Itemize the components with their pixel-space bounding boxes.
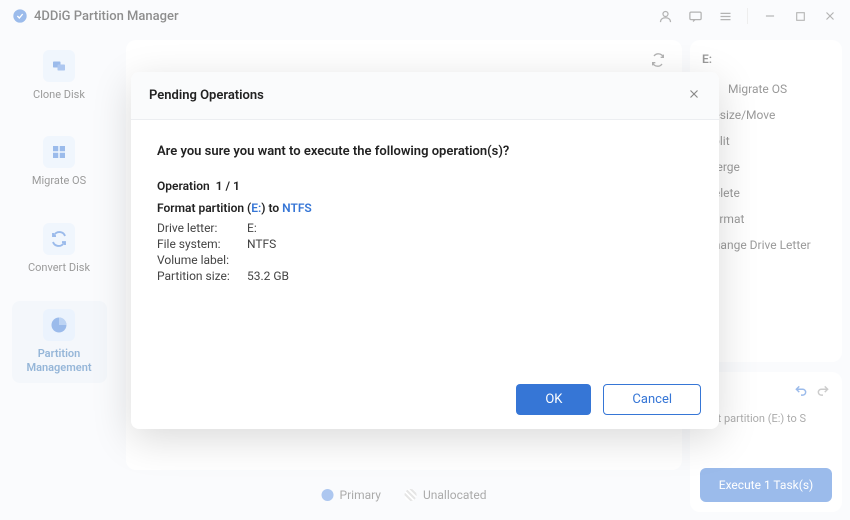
modal-close-icon[interactable] [687,86,701,105]
op-title-text: Format partition ( [157,201,251,215]
operation-title: Format partition (E:) to NTFS [157,201,693,215]
detail-value: E: [247,221,257,235]
operation-details: Drive letter:E: File system:NTFS Volume … [157,221,693,283]
operation-counter-value: 1 / 1 [216,179,240,193]
detail-drive-letter: Drive letter:E: [157,221,693,235]
detail-key: Partition size: [157,269,247,283]
modal-title: Pending Operations [149,88,264,103]
detail-value: NTFS [247,237,276,251]
operation-counter-prefix: Operation [157,179,210,193]
detail-volume-label: Volume label: [157,253,693,267]
op-title-drive: E: [251,201,261,215]
detail-file-system: File system:NTFS [157,237,693,251]
detail-partition-size: Partition size:53.2 GB [157,269,693,283]
ok-button[interactable]: OK [516,384,591,415]
op-title-fs: NTFS [282,201,312,215]
modal-question: Are you sure you want to execute the fol… [157,144,693,159]
cancel-button[interactable]: Cancel [603,384,701,415]
modal-body: Are you sure you want to execute the fol… [131,120,719,370]
op-title-text2: ) to [261,201,282,215]
detail-value: 53.2 GB [247,269,289,283]
pending-operations-modal: Pending Operations Are you sure you want… [131,72,719,429]
operation-counter: Operation 1 / 1 [157,179,693,193]
modal-footer: OK Cancel [131,370,719,429]
detail-key: File system: [157,237,247,251]
detail-key: Volume label: [157,253,247,267]
modal-header: Pending Operations [131,72,719,120]
detail-key: Drive letter: [157,221,247,235]
modal-overlay: Pending Operations Are you sure you want… [0,0,850,520]
